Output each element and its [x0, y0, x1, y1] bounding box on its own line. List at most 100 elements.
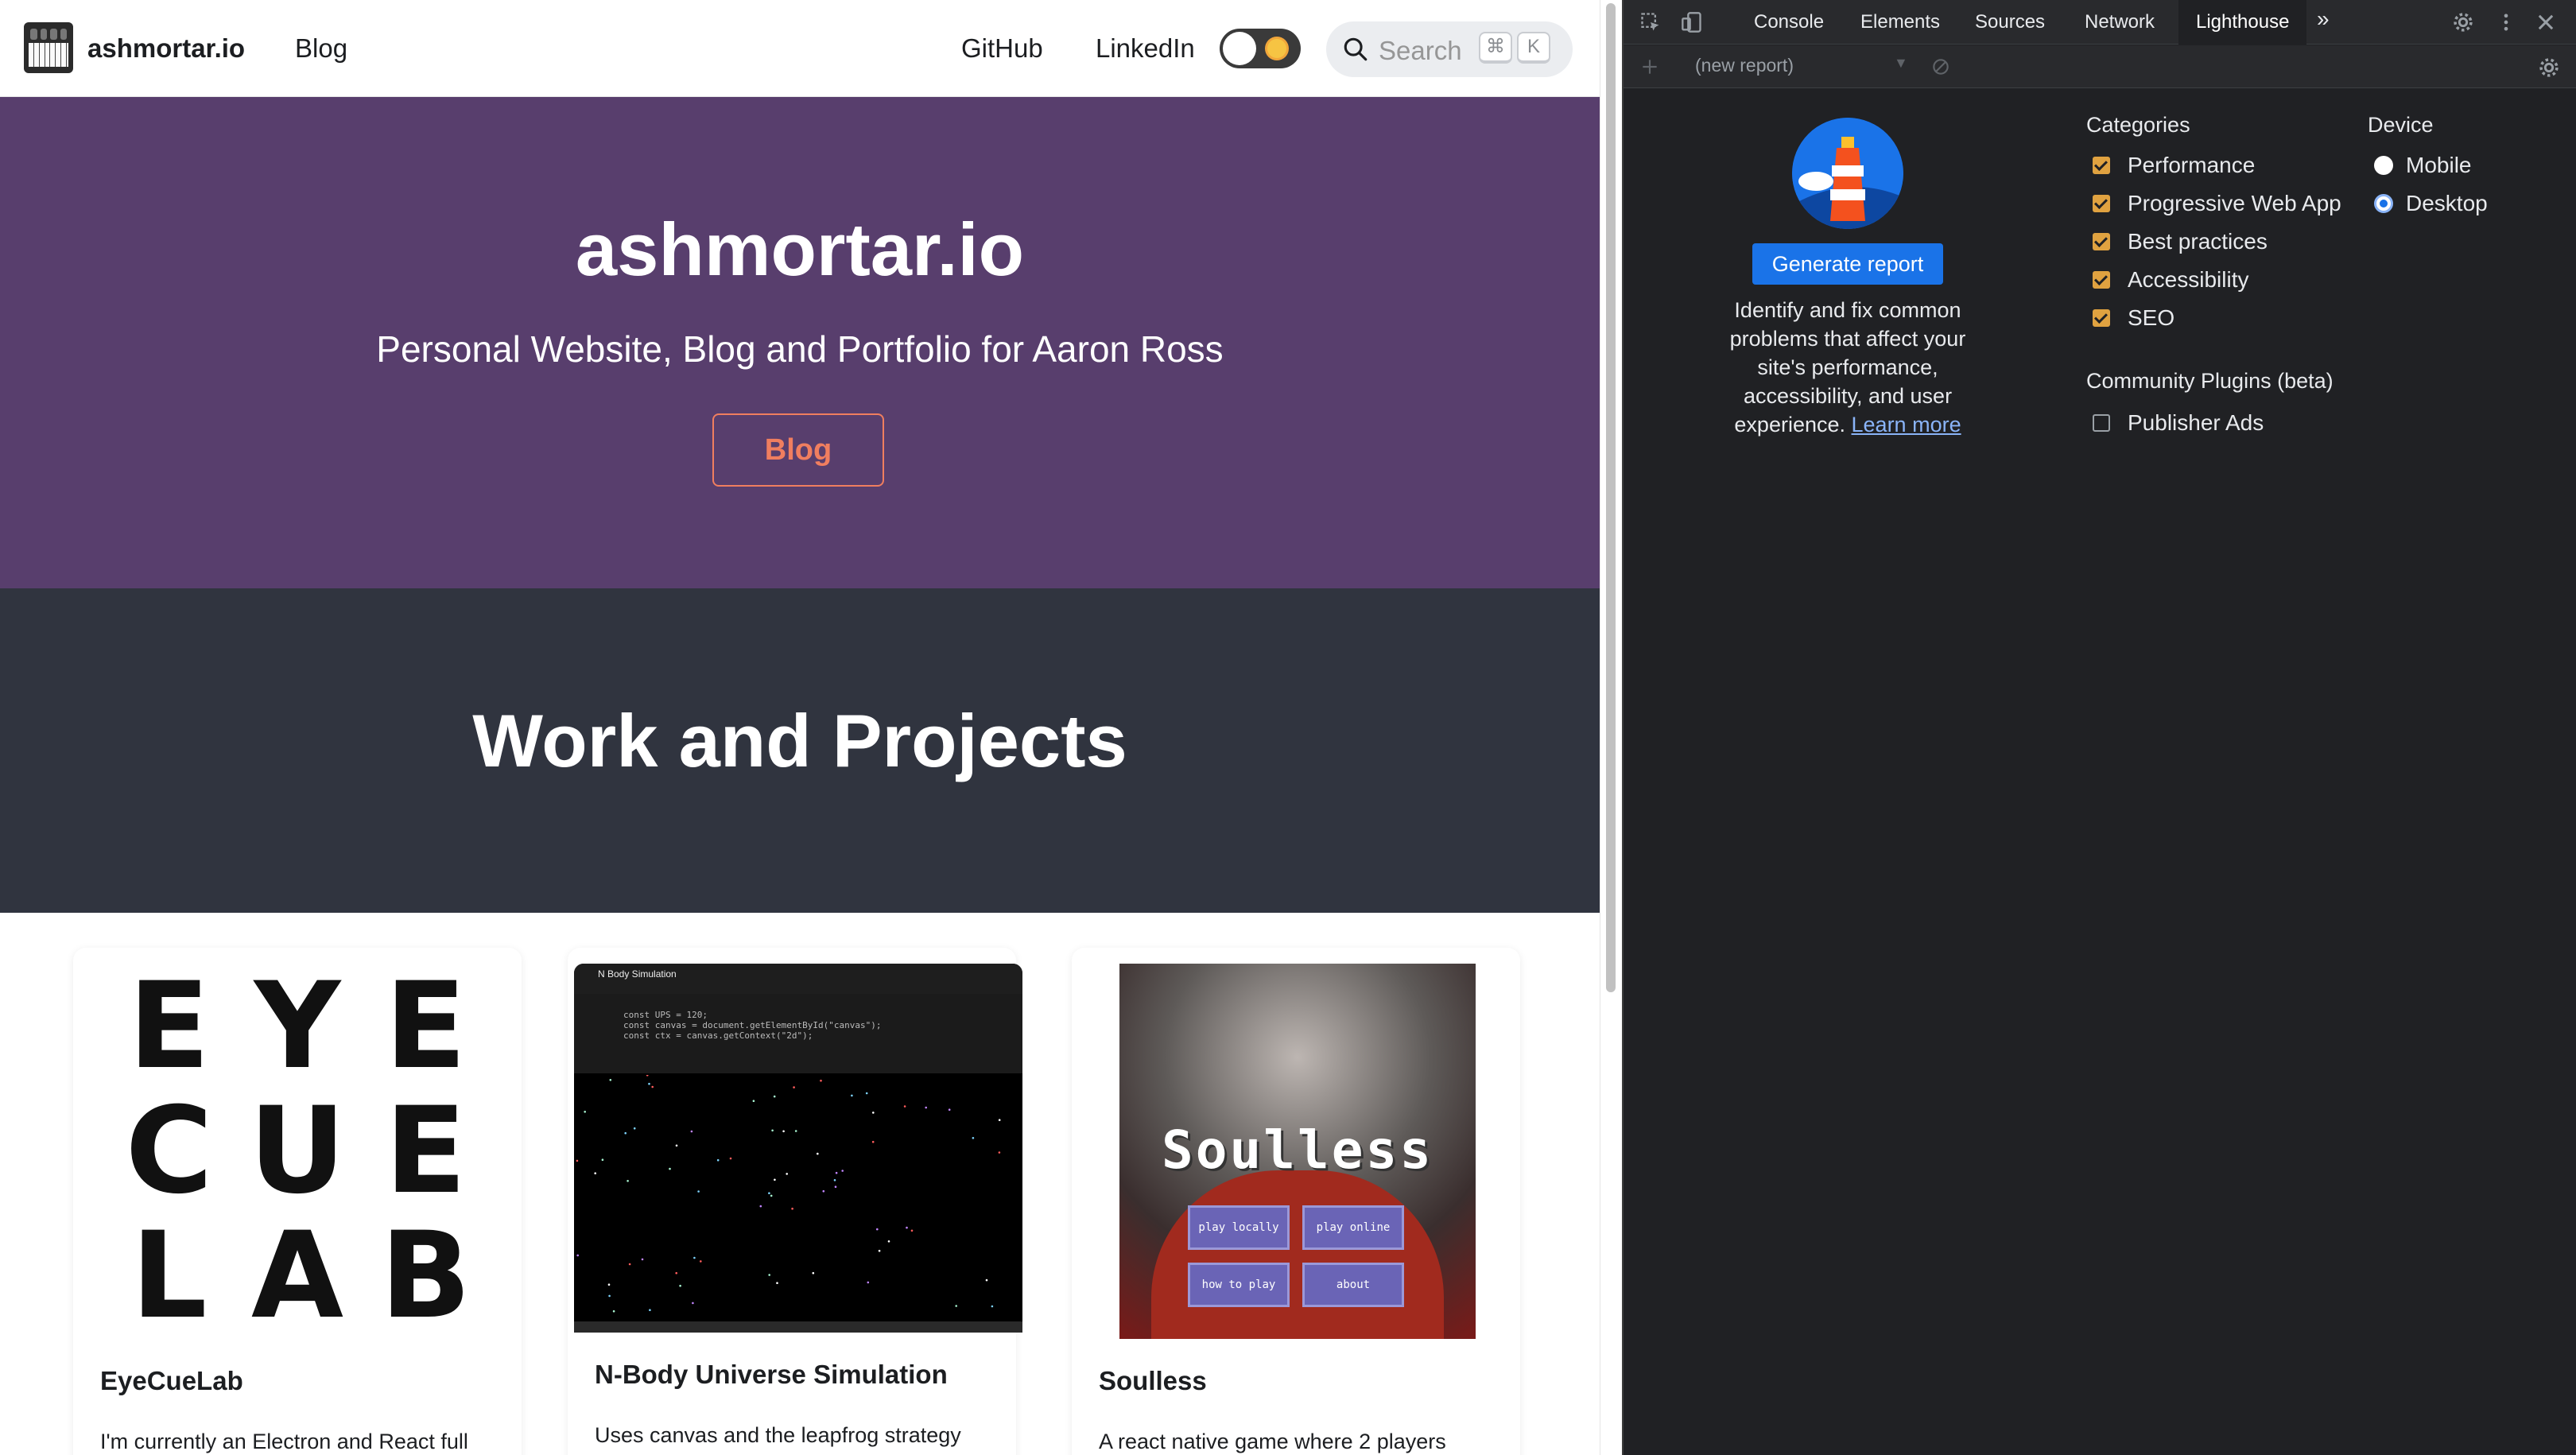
tab-network[interactable]: Network — [2085, 11, 2155, 33]
site-brand-link[interactable]: ashmortar.io — [87, 33, 245, 64]
nav-blog-link[interactable]: Blog — [295, 33, 347, 64]
logo-letter: B — [380, 1207, 471, 1346]
star-particle — [594, 1172, 596, 1174]
device-label: Desktop — [2406, 191, 2488, 215]
page-scrollbar-thumb[interactable] — [1606, 3, 1616, 992]
soulless-art-image: Soulless play locally play online how to… — [1119, 964, 1476, 1339]
lighthouse-logo-icon — [1792, 118, 1903, 229]
star-particle — [851, 1094, 853, 1097]
device-desktop[interactable]: Desktop — [2374, 189, 2488, 218]
logo-letter: E — [385, 1081, 467, 1220]
tab-lighthouse[interactable]: Lighthouse — [2178, 0, 2307, 45]
more-tabs-icon[interactable]: » — [2317, 6, 2330, 32]
nbody-screenshot-image: N Body Simulation const UPS = 120; const… — [574, 964, 1022, 1333]
star-particle — [835, 1171, 838, 1174]
checkbox[interactable] — [2093, 233, 2110, 250]
tab-elements[interactable]: Elements — [1860, 11, 1940, 33]
chevron-down-icon[interactable]: ▼ — [1894, 55, 1908, 72]
checkbox[interactable] — [2093, 271, 2110, 289]
checkbox[interactable] — [2093, 157, 2110, 174]
star-particle — [641, 1258, 644, 1261]
radio-button[interactable] — [2374, 156, 2393, 175]
star-particle — [822, 1189, 825, 1193]
card-title: N-Body Universe Simulation — [595, 1360, 948, 1389]
star-particle — [991, 1305, 994, 1308]
search-placeholder: Search — [1379, 36, 1462, 65]
category-label: SEO — [2128, 305, 2175, 330]
search-button[interactable]: Search ⌘ K — [1326, 21, 1573, 77]
category-best-practices[interactable]: Best practices — [2093, 227, 2268, 256]
category-performance[interactable]: Performance — [2093, 151, 2255, 180]
star-particle — [768, 1274, 770, 1276]
art-button: how to play — [1188, 1263, 1290, 1307]
clear-icon[interactable] — [1930, 56, 1951, 77]
star-particle — [817, 1152, 819, 1155]
lighthouse-settings-gear-icon[interactable] — [2538, 56, 2560, 79]
hero-blog-button[interactable]: Blog — [712, 413, 884, 487]
category-pwa[interactable]: Progressive Web App — [2093, 189, 2341, 218]
report-select[interactable]: (new report) — [1695, 55, 1794, 76]
category-seo[interactable]: SEO — [2093, 304, 2174, 332]
radio-button[interactable] — [2374, 194, 2393, 213]
star-particle — [768, 1192, 770, 1194]
device-toolbar-icon[interactable] — [1681, 11, 1703, 33]
code-line: const canvas = document.getElementById("… — [623, 1020, 882, 1030]
star-particle — [612, 1310, 615, 1313]
checkbox[interactable] — [2093, 414, 2110, 432]
tab-console[interactable]: Console — [1754, 11, 1824, 33]
category-label: Performance — [2128, 153, 2256, 177]
gear-icon[interactable] — [2452, 11, 2474, 33]
star-particle — [675, 1271, 677, 1275]
devtools-panel: Console Elements Sources Network Lightho… — [1622, 0, 2576, 1455]
logo-letter: A — [250, 1207, 344, 1346]
star-particle — [834, 1185, 837, 1188]
star-particle — [624, 1131, 627, 1135]
star-particle — [794, 1130, 797, 1132]
plugins-heading: Community Plugins (beta) — [2086, 369, 2334, 393]
card-description: I'm currently an Electron and React full — [100, 1430, 468, 1453]
checkbox[interactable] — [2093, 309, 2110, 327]
kebab-menu-icon[interactable] — [2495, 11, 2517, 33]
project-card-eyecuelab[interactable]: E Y E C U E L A B EyeCueLab I'm currentl… — [73, 948, 522, 1455]
device-mobile[interactable]: Mobile — [2374, 151, 2471, 180]
star-particle — [793, 1086, 795, 1088]
nav-github-link[interactable]: GitHub — [961, 33, 1043, 64]
star-particle — [972, 1137, 975, 1139]
star-particle — [690, 1130, 693, 1133]
logo-letter: E — [385, 956, 467, 1096]
star-particle — [903, 1105, 906, 1108]
project-card-nbody[interactable]: N Body Simulation const UPS = 120; const… — [568, 948, 1022, 1455]
star-particle — [679, 1284, 681, 1287]
generate-report-button[interactable]: Generate report — [1752, 243, 1943, 285]
card-description: A react native game where 2 players — [1099, 1430, 1446, 1453]
lighthouse-toolbar: (new report) ▼ — [1624, 45, 2576, 88]
checkbox[interactable] — [2093, 195, 2110, 212]
star-particle — [833, 1179, 836, 1181]
hero-title: ashmortar.io — [575, 208, 1025, 291]
star-particle — [648, 1082, 650, 1085]
category-accessibility[interactable]: Accessibility — [2093, 266, 2248, 294]
learn-more-link[interactable]: Learn more — [1852, 413, 1961, 436]
close-icon[interactable] — [2535, 11, 2557, 33]
devtools-tabbar: Console Elements Sources Network Lightho… — [1624, 0, 2576, 45]
nav-linkedin-link[interactable]: LinkedIn — [1096, 33, 1195, 64]
logo-letter: C — [125, 1081, 213, 1220]
star-particle — [906, 1226, 908, 1229]
work-title: Work and Projects — [472, 699, 1127, 782]
nbody-controls-bar — [574, 1321, 1022, 1333]
synth-logo-icon[interactable] — [24, 22, 73, 73]
project-card-soulless[interactable]: Soulless play locally play online how to… — [1072, 948, 1520, 1455]
tab-sources[interactable]: Sources — [1975, 11, 2045, 33]
logo-letter: U — [249, 1081, 346, 1220]
card-title: EyeCueLab — [100, 1366, 243, 1395]
plus-icon[interactable] — [1639, 56, 1660, 77]
eyecuelab-logo-image: E Y E C U E L A B — [73, 964, 522, 1339]
nbody-code-snippet: const UPS = 120; const canvas = document… — [574, 994, 1022, 1073]
inspect-element-icon[interactable] — [1639, 11, 1662, 33]
star-particle — [692, 1302, 694, 1305]
star-particle — [887, 1240, 890, 1243]
plugin-publisher-ads[interactable]: Publisher Ads — [2093, 409, 2264, 437]
star-particle — [985, 1278, 988, 1282]
star-particle — [865, 1092, 868, 1095]
theme-toggle[interactable] — [1220, 29, 1301, 68]
